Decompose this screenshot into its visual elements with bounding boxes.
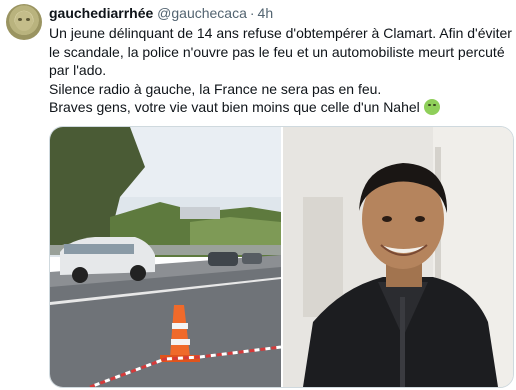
avatar[interactable]	[6, 4, 42, 40]
tweet-header: gauchediarrhée @gauchecaca · 4h	[49, 4, 273, 22]
tweet-text: Un jeune délinquant de 14 ans refuse d'o…	[49, 24, 515, 117]
avatar-eye	[18, 18, 22, 21]
portrait-photo[interactable]	[283, 127, 513, 387]
tweet[interactable]: gauchediarrhée @gauchecaca · 4h Un jeune d…	[0, 0, 516, 390]
author-handle[interactable]: @gauchecaca	[157, 5, 247, 21]
tweet-line-text: Braves gens, votre vie vaut bien moins q…	[49, 99, 420, 115]
tweet-line: Silence radio à gauche, la France ne ser…	[49, 80, 382, 97]
avatar-face	[15, 11, 33, 31]
tweet-time[interactable]: 4h	[258, 5, 274, 21]
tweet-media[interactable]	[49, 126, 514, 388]
tweet-line: Braves gens, votre vie vaut bien moins q…	[49, 98, 515, 117]
tweet-line: Un jeune délinquant de 14 ans refuse d'o…	[49, 25, 512, 78]
road-scene-photo[interactable]	[50, 127, 281, 387]
avatar-eye	[26, 18, 30, 21]
nauseated-face-emoji-icon	[423, 99, 440, 115]
author-name[interactable]: gauchediarrhée	[49, 5, 153, 21]
separator-dot: ·	[249, 5, 255, 21]
